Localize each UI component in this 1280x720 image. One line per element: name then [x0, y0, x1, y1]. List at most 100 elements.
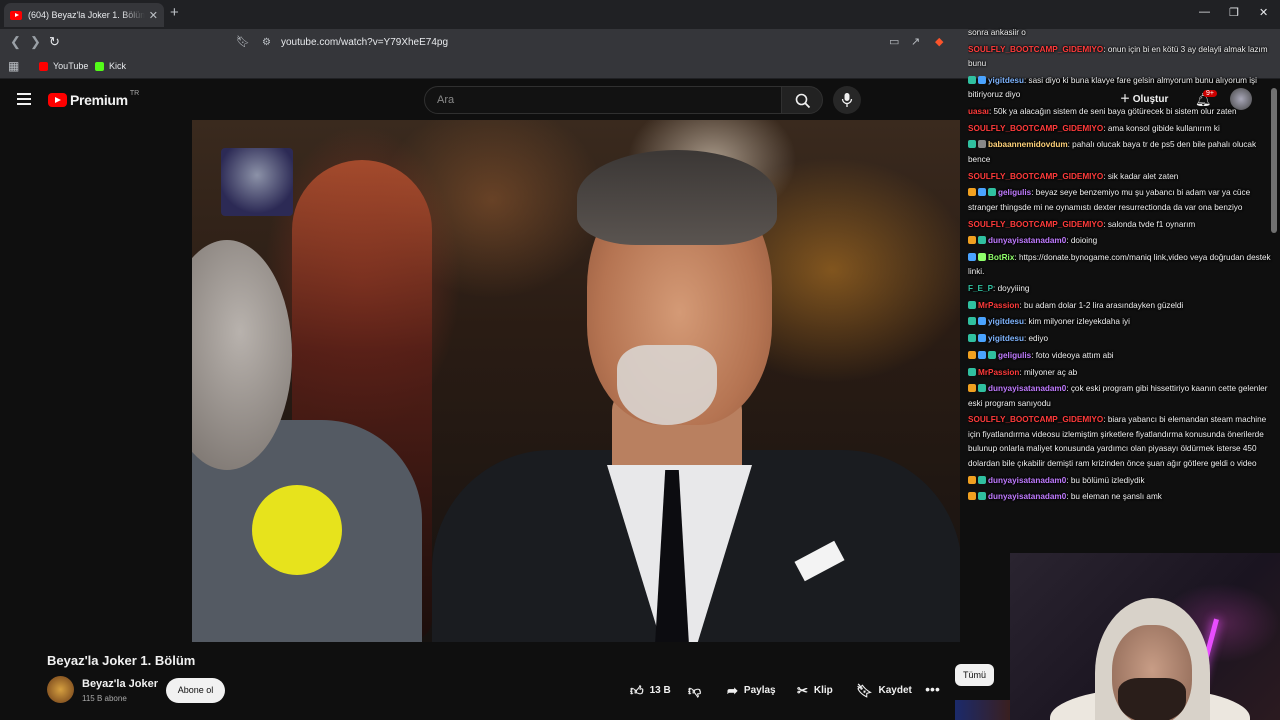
logo-region: TR [129, 89, 140, 97]
minimize-icon[interactable]: — [1199, 6, 1210, 18]
voice-search-button[interactable] [833, 86, 861, 114]
share-label: Paylaş [743, 685, 776, 696]
search-icon [795, 93, 811, 109]
chat-message: yigitdesu: sasi diyo ki buna klavye fare… [968, 74, 1280, 103]
address-bar[interactable]: ⚙︎ youtube.com/watch?v=Y79XheE74pg [230, 31, 970, 53]
chat-text: : ediyo [1023, 334, 1049, 344]
clip-button[interactable]: ✂ Klip [797, 678, 833, 703]
chat-text: : milyoner aç ab [1019, 367, 1078, 377]
youtube-play-logo-icon [48, 93, 67, 107]
chat-username[interactable]: yigitdesu [988, 334, 1024, 343]
cast-icon[interactable]: ▭ [889, 35, 899, 48]
clip-label: Klip [813, 685, 833, 696]
chat-message: dunyayisatanadam0: bu bölümü izlediydik [968, 474, 1280, 489]
chat-text: sonra ankasiir o [968, 28, 1026, 37]
chat-username[interactable]: F_E_P [968, 284, 993, 293]
chat-username[interactable]: SOULFLY_BOOTCAMP_GIDEMIYO [968, 45, 1103, 54]
thumbs-down-icon: 👎︎ [688, 682, 702, 698]
share-button[interactable]: ➦ Paylaş [727, 678, 776, 703]
chat-username[interactable]: SOULFLY_BOOTCAMP_GIDEMIYO [968, 220, 1103, 229]
chat-text: : kim milyoner izleyekdaha iyi [1023, 317, 1130, 327]
chat-badge-icon [978, 317, 986, 326]
recommended-thumbnail[interactable] [955, 700, 1010, 720]
chat-username[interactable]: dunyayisatanadam0 [988, 384, 1066, 393]
channel-name[interactable]: Beyaz'la Joker [82, 678, 158, 690]
chat-username[interactable]: dunyayisatanadam0 [988, 492, 1066, 501]
bookmark-kick[interactable]: Kick [95, 61, 126, 71]
menu-hamburger-icon[interactable] [17, 93, 31, 108]
chat-username[interactable]: MrPassion [978, 301, 1019, 310]
chat-text: : doyyiiing [993, 284, 1030, 294]
chat-badge-icon [968, 317, 976, 326]
bookmark-youtube[interactable]: YouTube [39, 61, 88, 71]
channel-avatar[interactable] [47, 676, 74, 703]
chat-username[interactable]: geligulis [998, 188, 1031, 197]
chat-username[interactable]: BotRix [988, 253, 1014, 262]
chat-message: babaannemidovdum: pahalı olucak baya tr … [968, 138, 1280, 167]
dislike-button[interactable]: 👎︎ [688, 678, 707, 703]
url-text: youtube.com/watch?v=Y79XheE74pg [280, 36, 449, 48]
restore-icon[interactable]: ❐ [1229, 6, 1239, 19]
chat-message: SOULFLY_BOOTCAMP_GIDEMIYO: salonda tvde … [968, 218, 1280, 233]
chat-username[interactable]: babaannemidovdum [988, 140, 1068, 149]
chat-badge-icon [968, 475, 976, 484]
save-button[interactable]: 🔖︎ Kaydet [856, 678, 912, 703]
chat-message: dunyayisatanadam0: doioing [968, 234, 1280, 249]
chat-message: BotRix: https://donate.bynogame.com/mani… [968, 251, 1280, 280]
chat-username[interactable]: dunyayisatanadam0 [988, 476, 1066, 485]
bookmark-label: Kick [109, 61, 127, 71]
site-info-icon[interactable]: ⚙︎ [262, 37, 271, 48]
chat-badge-icon [978, 252, 986, 261]
chat-badge-icon [988, 350, 996, 359]
chat-username[interactable]: yigitdesu [988, 76, 1024, 85]
video-player[interactable] [192, 120, 960, 642]
chat-username[interactable]: yigitdesu [988, 317, 1024, 326]
chat-badge-icon [968, 252, 976, 261]
save-label: Kaydet [878, 685, 912, 696]
chat-message: MrPassion: milyoner aç ab [968, 366, 1280, 381]
chat-text: : sik kadar alet zaten [1103, 171, 1179, 181]
chat-text: : https://donate.bynogame.com/maniq link… [968, 252, 1271, 277]
share-page-icon[interactable]: ↗ [911, 35, 920, 48]
apps-grid-icon[interactable]: ▦ [8, 59, 19, 73]
subscribe-button[interactable]: Abone ol [166, 678, 225, 703]
chat-username[interactable]: geligulis [998, 351, 1031, 360]
bookmark-label: YouTube [53, 61, 89, 71]
chip-all[interactable]: Tümü [955, 664, 994, 686]
chat-username[interactable]: SOULFLY_BOOTCAMP_GIDEMIYO [968, 415, 1103, 424]
like-button[interactable]: 👍︎ 13 B [630, 678, 671, 703]
chat-badge-icon [978, 140, 986, 149]
chat-badge-icon [968, 75, 976, 84]
search-input[interactable]: Ara [424, 86, 782, 114]
chat-message: SOULFLY_BOOTCAMP_GIDEMIYO: ama konsol gi… [968, 122, 1280, 137]
stream-chat-overlay: sonra ankasiir o SOULFLY_BOOTCAMP_GIDEMIY… [968, 26, 1280, 546]
close-tab-icon[interactable]: ✕ [149, 9, 158, 22]
chat-username[interactable]: uasaı [968, 107, 989, 116]
chat-message: MrPassion: bu adam dolar 1-2 lira arasın… [968, 299, 1280, 314]
chat-badge-icon [968, 350, 976, 359]
bookmark-icon: 🔖︎ [856, 682, 873, 698]
window-close-icon[interactable]: ✕ [1259, 6, 1268, 19]
chat-text: : bu eleman ne şanslı amk [1066, 492, 1162, 502]
chat-username[interactable]: MrPassion [978, 368, 1019, 377]
kick-bookmark-icon [95, 61, 104, 71]
chat-badge-icon [978, 492, 986, 501]
new-tab-icon[interactable]: + [170, 4, 179, 21]
chat-message: dunyayisatanadam0: bu eleman ne şanslı a… [968, 490, 1280, 505]
forward-icon[interactable]: ❯ [30, 34, 41, 50]
chat-username[interactable]: SOULFLY_BOOTCAMP_GIDEMIYO [968, 172, 1103, 181]
brave-shield-icon[interactable]: ◆ [935, 35, 943, 48]
more-actions-icon[interactable]: ••• [920, 678, 945, 703]
chat-message: uasaı: 50k ya alacağın sistem de seni ba… [968, 105, 1280, 120]
youtube-premium-logo[interactable]: Premium TR [48, 89, 140, 108]
browser-tab[interactable]: (604) Beyaz'la Joker 1. Bölüm - YouTube … [4, 3, 164, 27]
chat-username[interactable]: SOULFLY_BOOTCAMP_GIDEMIYO [968, 124, 1103, 133]
back-icon[interactable]: ❮ [10, 34, 21, 50]
scrollbar[interactable] [1271, 88, 1277, 233]
search-button[interactable] [781, 86, 823, 114]
streamer-webcam [1010, 553, 1280, 720]
chat-message: sonra ankasiir o [968, 26, 1280, 41]
chat-text: : foto videoya attım abi [1031, 350, 1114, 360]
chat-username[interactable]: dunyayisatanadam0 [988, 236, 1066, 245]
reload-icon[interactable]: ↻ [49, 34, 60, 50]
